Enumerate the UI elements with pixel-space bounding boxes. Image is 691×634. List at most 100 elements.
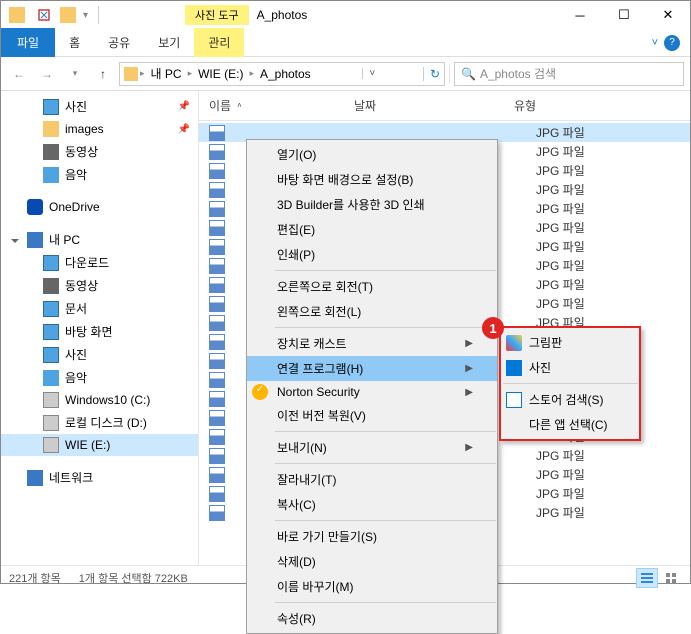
search-box[interactable]: 🔍 A_photos 검색 bbox=[454, 62, 684, 86]
ribbon-tab-manage[interactable]: 관리 bbox=[194, 28, 244, 57]
close-button[interactable]: ✕ bbox=[646, 1, 690, 29]
sidebar-item-label: 음악 bbox=[65, 166, 87, 183]
ribbon-tab-share[interactable]: 공유 bbox=[94, 28, 144, 57]
up-button[interactable]: ↑ bbox=[91, 62, 115, 86]
context-menu-item[interactable]: 인쇄(P) bbox=[247, 242, 497, 267]
sidebar-item[interactable]: 문서 bbox=[1, 297, 198, 320]
ribbon-tab-view[interactable]: 보기 bbox=[144, 28, 194, 57]
breadcrumb-seg-drive[interactable]: WIE (E:) bbox=[194, 67, 247, 81]
chevron-right-icon[interactable]: ▸ bbox=[186, 68, 195, 79]
ribbon-file-tab[interactable]: 파일 bbox=[1, 28, 55, 57]
sidebar-item[interactable]: 로컬 디스크 (D:) bbox=[1, 411, 198, 434]
context-menu-item[interactable]: 이전 버전 복원(V) bbox=[247, 403, 497, 428]
submenu-item[interactable]: 스토어 검색(S) bbox=[501, 387, 639, 412]
context-menu-label: 3D Builder를 사용한 3D 인쇄 bbox=[277, 196, 425, 213]
qat-newfolder-button[interactable] bbox=[57, 4, 79, 26]
photos-icon bbox=[506, 360, 522, 376]
breadcrumb-seg-pc[interactable]: 내 PC bbox=[147, 65, 186, 82]
context-menu-label: 복사(C) bbox=[277, 496, 316, 513]
context-menu-item[interactable]: 왼쪽으로 회전(L) bbox=[247, 299, 497, 324]
context-menu-item[interactable]: 3D Builder를 사용한 3D 인쇄 bbox=[247, 192, 497, 217]
jpg-file-icon bbox=[209, 467, 225, 483]
context-menu-item[interactable]: 장치로 캐스트▶ bbox=[247, 331, 497, 356]
context-menu-label: 삭제(D) bbox=[277, 553, 316, 570]
jpg-file-icon bbox=[209, 277, 225, 293]
sidebar-item[interactable]: 동영상 bbox=[1, 140, 198, 163]
sidebar-item[interactable]: Windows10 (C:) bbox=[1, 389, 198, 411]
download-icon bbox=[43, 255, 59, 271]
separator bbox=[449, 64, 450, 84]
contextual-tab-label: 사진 도구 bbox=[185, 5, 249, 25]
context-menu-label: 왼쪽으로 회전(L) bbox=[277, 303, 361, 320]
maximize-button[interactable]: ☐ bbox=[602, 1, 646, 29]
column-date[interactable]: 날짜 bbox=[354, 97, 514, 114]
sidebar-item-label: WIE (E:) bbox=[65, 438, 110, 452]
context-menu-item[interactable]: 보내기(N)▶ bbox=[247, 435, 497, 460]
sidebar-item[interactable]: 네트워크 bbox=[1, 466, 198, 489]
jpg-file-icon bbox=[209, 163, 225, 179]
chevron-right-icon[interactable]: ▸ bbox=[247, 68, 256, 79]
sidebar-item[interactable]: WIE (E:) bbox=[1, 434, 198, 456]
submenu-item[interactable]: 그림판 bbox=[501, 330, 639, 355]
submenu-item[interactable]: 다른 앱 선택(C) bbox=[501, 412, 639, 437]
sidebar-item-label: images bbox=[65, 122, 104, 136]
file-type: JPG 파일 bbox=[536, 181, 585, 198]
view-details-button[interactable] bbox=[636, 568, 658, 588]
sidebar-item[interactable]: 내 PC bbox=[1, 228, 198, 251]
jpg-file-icon bbox=[209, 201, 225, 217]
context-menu-item[interactable]: 속성(R) bbox=[247, 606, 497, 631]
navbar: ← → ▾ ↑ ▸ 내 PC ▸ WIE (E:) ▸ A_photos ˅ ↻… bbox=[1, 57, 690, 91]
context-menu-item[interactable]: 이름 바꾸기(M) bbox=[247, 574, 497, 599]
context-menu-label: 인쇄(P) bbox=[277, 246, 315, 263]
jpg-file-icon bbox=[209, 391, 225, 407]
sidebar-item[interactable]: 다운로드 bbox=[1, 251, 198, 274]
context-menu-label: 바로 가기 만들기(S) bbox=[277, 528, 377, 545]
quick-access-toolbar bbox=[33, 4, 79, 26]
context-menu-item[interactable]: ✓Norton Security▶ bbox=[247, 381, 497, 403]
breadcrumb[interactable]: ▸ 내 PC ▸ WIE (E:) ▸ A_photos ˅ ↻ bbox=[119, 62, 445, 86]
context-menu-item[interactable]: 잘라내기(T) bbox=[247, 467, 497, 492]
column-type[interactable]: 유형 bbox=[514, 97, 690, 114]
qat-properties-button[interactable] bbox=[33, 4, 55, 26]
back-button[interactable]: ← bbox=[7, 62, 31, 86]
context-menu-item[interactable]: 연결 프로그램(H)▶ bbox=[247, 356, 497, 381]
forward-button[interactable]: → bbox=[35, 62, 59, 86]
breadcrumb-dropdown-icon[interactable]: ˅ bbox=[362, 68, 375, 79]
jpg-file-icon bbox=[209, 429, 225, 445]
sidebar-item[interactable]: 동영상 bbox=[1, 274, 198, 297]
sidebar-item[interactable]: 사진📌 bbox=[1, 95, 198, 118]
context-menu-label: 연결 프로그램(H) bbox=[277, 360, 363, 377]
sidebar-item[interactable]: images📌 bbox=[1, 118, 198, 140]
sidebar-item[interactable]: 사진 bbox=[1, 343, 198, 366]
submenu-arrow-icon: ▶ bbox=[465, 387, 473, 398]
file-type: JPG 파일 bbox=[536, 200, 585, 217]
minimize-button[interactable]: ─ bbox=[558, 1, 602, 29]
context-menu-item[interactable]: 열기(O) bbox=[247, 142, 497, 167]
help-icon[interactable]: ? bbox=[664, 35, 680, 51]
ribbon-tab-home[interactable]: 홈 bbox=[55, 28, 94, 57]
context-menu-item[interactable]: 바로 가기 만들기(S) bbox=[247, 524, 497, 549]
sidebar-item[interactable]: OneDrive bbox=[1, 196, 198, 218]
chevron-right-icon[interactable]: ▸ bbox=[138, 68, 147, 79]
refresh-icon[interactable]: ↻ bbox=[423, 67, 440, 81]
file-type: JPG 파일 bbox=[536, 162, 585, 179]
submenu-label: 사진 bbox=[529, 359, 551, 376]
context-menu-item[interactable]: 편집(E) bbox=[247, 217, 497, 242]
sidebar-item[interactable]: 음악 bbox=[1, 366, 198, 389]
qat-dropdown-icon[interactable]: ▾ bbox=[83, 10, 88, 21]
column-name[interactable]: 이름˄ bbox=[209, 97, 354, 114]
submenu-item[interactable]: 사진 bbox=[501, 355, 639, 380]
context-menu-item[interactable]: 바탕 화면 배경으로 설정(B) bbox=[247, 167, 497, 192]
collapse-ribbon-icon[interactable]: ˅ bbox=[652, 37, 658, 49]
context-menu-item[interactable]: 삭제(D) bbox=[247, 549, 497, 574]
context-submenu-openwith: 그림판사진스토어 검색(S)다른 앱 선택(C) bbox=[499, 326, 641, 441]
sidebar-item[interactable]: 바탕 화면 bbox=[1, 320, 198, 343]
context-menu-item[interactable]: 오른쪽으로 회전(T) bbox=[247, 274, 497, 299]
file-type: JPG 파일 bbox=[536, 466, 585, 483]
sidebar-item[interactable]: 음악 bbox=[1, 163, 198, 186]
breadcrumb-seg-folder[interactable]: A_photos bbox=[256, 67, 315, 81]
history-dropdown[interactable]: ▾ bbox=[63, 62, 87, 86]
context-menu-item[interactable]: 복사(C) bbox=[247, 492, 497, 517]
context-menu-label: 오른쪽으로 회전(T) bbox=[277, 278, 373, 295]
view-icons-button[interactable] bbox=[660, 568, 682, 588]
